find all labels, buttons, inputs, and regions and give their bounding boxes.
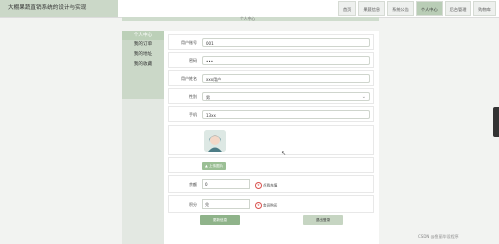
avatar-illustration-icon <box>204 130 226 152</box>
side-item-personal-center[interactable]: 个人中心 <box>122 31 164 40</box>
member-purchase-link[interactable]: ¥ 会员购买 <box>255 202 277 209</box>
points-field[interactable]: 兑 <box>202 199 250 209</box>
member-purchase-label: 会员购买 <box>263 203 278 208</box>
gender-label: 性别 <box>189 94 197 99</box>
chevron-down-icon: ⌄ <box>361 94 366 100</box>
form-row-balance: 余额 0 ¥ 点我充值 <box>168 175 374 193</box>
logout-button[interactable]: 退出登录 <box>303 215 343 225</box>
form-row-upload: ▲ 上传图片 <box>168 157 374 173</box>
nav-home[interactable]: 首页 <box>337 1 357 16</box>
app-title: 大棚果蔬直销系统的设计与实现 <box>0 0 118 17</box>
side-item-address[interactable]: 我的地址 <box>122 50 164 60</box>
phone-field[interactable]: 13xx <box>202 110 370 119</box>
points-label: 积分 <box>189 202 197 207</box>
watermark: CSDN @鱼丽毕设程序 <box>418 234 459 239</box>
form-row-nickname: 用户姓名 xxx用户 <box>168 70 374 86</box>
nav-personal-center[interactable]: 个人中心 <box>415 1 443 16</box>
side-menu-background <box>122 99 164 244</box>
update-info-button[interactable]: 更新信息 <box>200 215 240 225</box>
side-item-favorites[interactable]: 我的收藏 <box>122 60 164 70</box>
mouse-cursor-icon: ↖ <box>281 150 287 157</box>
gender-select[interactable]: 男 ⌄ <box>202 92 370 101</box>
profile-form: 用户账号 001 密码 ••• 用户姓名 xxx用户 性别 男 ⌄ 手机 13x… <box>164 31 379 244</box>
recharge-label: 点我充值 <box>263 183 278 188</box>
form-row-avatar <box>168 125 374 155</box>
balance-label: 余额 <box>189 182 197 187</box>
recharge-link[interactable]: ¥ 点我充值 <box>255 182 277 189</box>
nickname-label: 用户姓名 <box>181 76 197 81</box>
nav-produce-info[interactable]: 果蔬信息 <box>358 1 386 16</box>
main-nav: 首页 果蔬信息 系统公告 个人中心 后台管理 购物车 <box>337 0 496 16</box>
password-field[interactable]: ••• <box>202 56 370 65</box>
member-icon: ¥ <box>255 202 262 209</box>
nav-admin[interactable]: 后台管理 <box>444 1 472 16</box>
avatar <box>204 130 226 152</box>
balance-field[interactable]: 0 <box>202 179 250 189</box>
recharge-icon: ¥ <box>255 182 262 189</box>
form-row-phone: 手机 13xx <box>168 106 374 122</box>
form-row-points: 积分 兑 ¥ 会员购买 <box>168 195 374 213</box>
form-row-gender: 性别 男 ⌄ <box>168 88 374 104</box>
phone-label: 手机 <box>189 112 197 117</box>
upload-icon: ▲ <box>205 164 208 168</box>
nav-announcements[interactable]: 系统公告 <box>387 1 414 16</box>
form-row-password: 密码 ••• <box>168 52 374 68</box>
side-menu: 个人中心 我的订单 我的地址 我的收藏 <box>122 31 164 99</box>
form-row-username: 用户账号 001 <box>168 34 374 50</box>
nickname-field[interactable]: xxx用户 <box>202 74 370 83</box>
side-item-orders[interactable]: 我的订单 <box>122 40 164 50</box>
username-field[interactable]: 001 <box>202 38 370 47</box>
side-drawer-handle[interactable] <box>493 107 499 137</box>
page-title: 个人中心 <box>240 16 256 21</box>
upload-label: 上传图片 <box>208 164 224 168</box>
password-label: 密码 <box>189 58 197 63</box>
nav-cart[interactable]: 购物车 <box>473 1 496 16</box>
upload-image-button[interactable]: ▲ 上传图片 <box>202 162 227 170</box>
username-label: 用户账号 <box>181 40 197 45</box>
gender-value: 男 <box>206 95 210 100</box>
